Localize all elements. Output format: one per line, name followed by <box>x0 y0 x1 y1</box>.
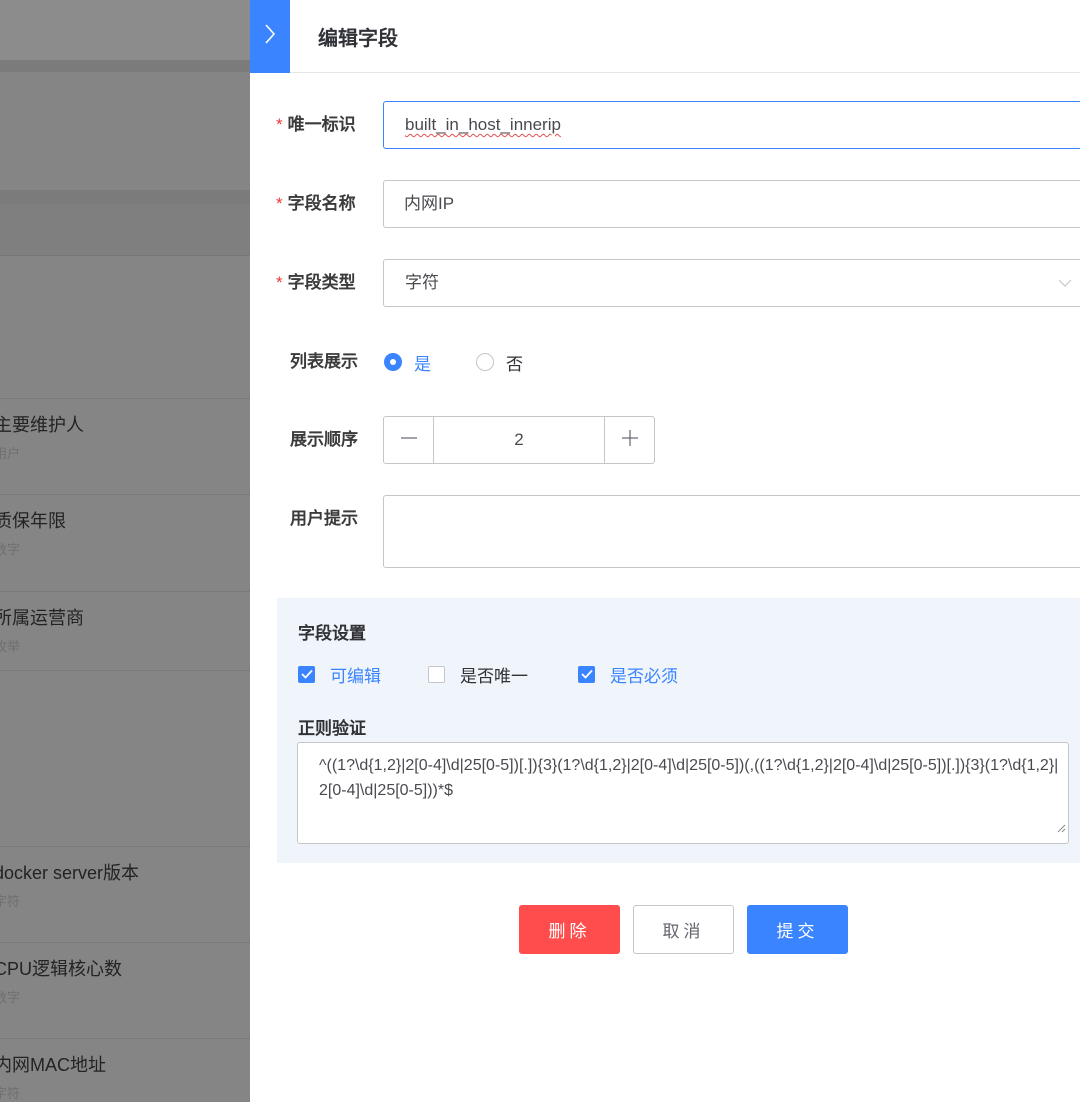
radio-label: 是 <box>414 354 431 374</box>
collapse-drawer-button[interactable] <box>250 0 290 73</box>
list-item-title: 内网MAC地址 <box>0 1055 106 1075</box>
field-type-label: * 字段类型 <box>276 259 356 307</box>
chevron-right-icon <box>264 23 276 50</box>
checkbox-label: 是否唯一 <box>460 666 528 686</box>
background-page: 主要维护人 用户 质保年限 数字 所属运营商 枚举 docker server版… <box>0 0 250 1102</box>
list-item-subtitle: 数字 <box>0 542 21 557</box>
background-header <box>0 0 250 60</box>
label-text: 字段类型 <box>287 273 356 292</box>
submit-button[interactable]: 提交 <box>747 905 848 954</box>
checkbox-checked-icon <box>578 665 595 683</box>
edit-field-drawer: 编辑字段 * 唯一标识 built_in_host_innerip * 字段名称 内… <box>250 0 1080 1102</box>
checkbox-unchecked-icon <box>428 665 445 683</box>
list-item-title: docker server版本 <box>0 863 140 883</box>
form-row-field-type: * 字段类型 字符 <box>250 259 1080 307</box>
radio-no[interactable]: 否 <box>476 338 523 386</box>
user-hint-textarea[interactable] <box>383 495 1080 568</box>
drawer-title: 编辑字段 <box>318 28 398 50</box>
list-item-subtitle: 字符 <box>0 1086 21 1101</box>
display-order-label: 展示顺序 <box>290 430 358 449</box>
background-divider <box>0 190 250 204</box>
field-name-label: * 字段名称 <box>276 180 356 228</box>
radio-yes[interactable]: 是 <box>384 338 431 386</box>
input-value: built_in_host_innerip <box>405 115 561 134</box>
background-list-item: 所属运营商 枚举 <box>0 591 250 671</box>
field-name-input[interactable]: 内网IP <box>383 180 1080 228</box>
background-panel <box>0 72 250 190</box>
form-row-unique-id: * 唯一标识 built_in_host_innerip <box>250 101 1080 149</box>
user-hint-label: 用户提示 <box>290 509 358 528</box>
delete-button[interactable]: 删除 <box>519 905 620 954</box>
required-mark: * <box>276 115 283 134</box>
resize-handle-icon[interactable] <box>1056 816 1066 841</box>
background-divider <box>0 60 250 72</box>
form-row-user-hint: 用户提示 <box>250 495 1080 568</box>
field-type-select[interactable]: 字符 <box>383 259 1080 307</box>
background-list-item: 内网MAC地址 字符 <box>0 1038 250 1102</box>
drawer-header: 编辑字段 <box>250 0 1080 73</box>
list-item-subtitle: 字符 <box>0 894 21 909</box>
form-row-display-order: 展示顺序 2 <box>250 416 1080 464</box>
list-item-subtitle: 数字 <box>0 990 21 1005</box>
chevron-down-icon <box>1058 260 1072 324</box>
unique-id-input[interactable]: built_in_host_innerip <box>383 101 1080 149</box>
regex-textarea[interactable]: ^((1?\d{1,2}|2[0-4]\d|25[0-5])[.]){3}(1?… <box>297 742 1069 844</box>
list-item-subtitle: 枚举 <box>0 639 21 654</box>
checkbox-unique[interactable]: 是否唯一 <box>428 662 528 686</box>
minus-icon <box>400 427 418 453</box>
list-item-title: 所属运营商 <box>0 608 84 628</box>
regex-title: 正则验证 <box>298 719 366 738</box>
label-text: 字段名称 <box>287 194 356 213</box>
checkbox-editable[interactable]: 可编辑 <box>298 662 381 686</box>
background-list-item: CPU逻辑核心数 数字 <box>0 942 250 1022</box>
background-table-header <box>0 204 250 256</box>
plus-icon <box>621 427 639 453</box>
cancel-button[interactable]: 取消 <box>633 905 734 954</box>
form-row-list-display: 列表展示 是 否 <box>250 338 1080 386</box>
radio-checked-icon <box>384 353 402 371</box>
required-mark: * <box>276 273 283 292</box>
decrement-button[interactable] <box>384 417 433 463</box>
select-value: 字符 <box>405 273 439 292</box>
display-order-stepper: 2 <box>383 416 655 464</box>
background-list-item: 主要维护人 用户 <box>0 398 250 478</box>
background-list-item: 质保年限 数字 <box>0 494 250 574</box>
list-item-title: CPU逻辑核心数 <box>0 959 123 979</box>
field-settings-title: 字段设置 <box>298 624 366 643</box>
radio-label: 否 <box>506 354 523 374</box>
list-item-title: 质保年限 <box>0 511 66 531</box>
list-item-subtitle: 用户 <box>0 446 21 461</box>
checkbox-label: 是否必须 <box>610 666 678 686</box>
list-display-label: 列表展示 <box>290 352 358 371</box>
checkbox-checked-icon <box>298 665 315 683</box>
background-list-item: docker server版本 字符 <box>0 846 250 926</box>
increment-button[interactable] <box>605 417 654 463</box>
unique-id-label: * 唯一标识 <box>276 101 356 149</box>
list-item-title: 主要维护人 <box>0 415 84 435</box>
required-mark: * <box>276 194 283 213</box>
display-order-value[interactable]: 2 <box>433 417 605 463</box>
input-value: 内网IP <box>404 194 455 213</box>
radio-unchecked-icon <box>476 353 494 371</box>
form-row-field-name: * 字段名称 内网IP <box>250 180 1080 228</box>
regex-value: ^((1?\d{1,2}|2[0-4]\d|25[0-5])[.]){3}(1?… <box>319 757 1059 799</box>
checkbox-label: 可编辑 <box>330 666 381 686</box>
checkbox-required[interactable]: 是否必须 <box>578 662 678 686</box>
label-text: 唯一标识 <box>287 115 356 134</box>
